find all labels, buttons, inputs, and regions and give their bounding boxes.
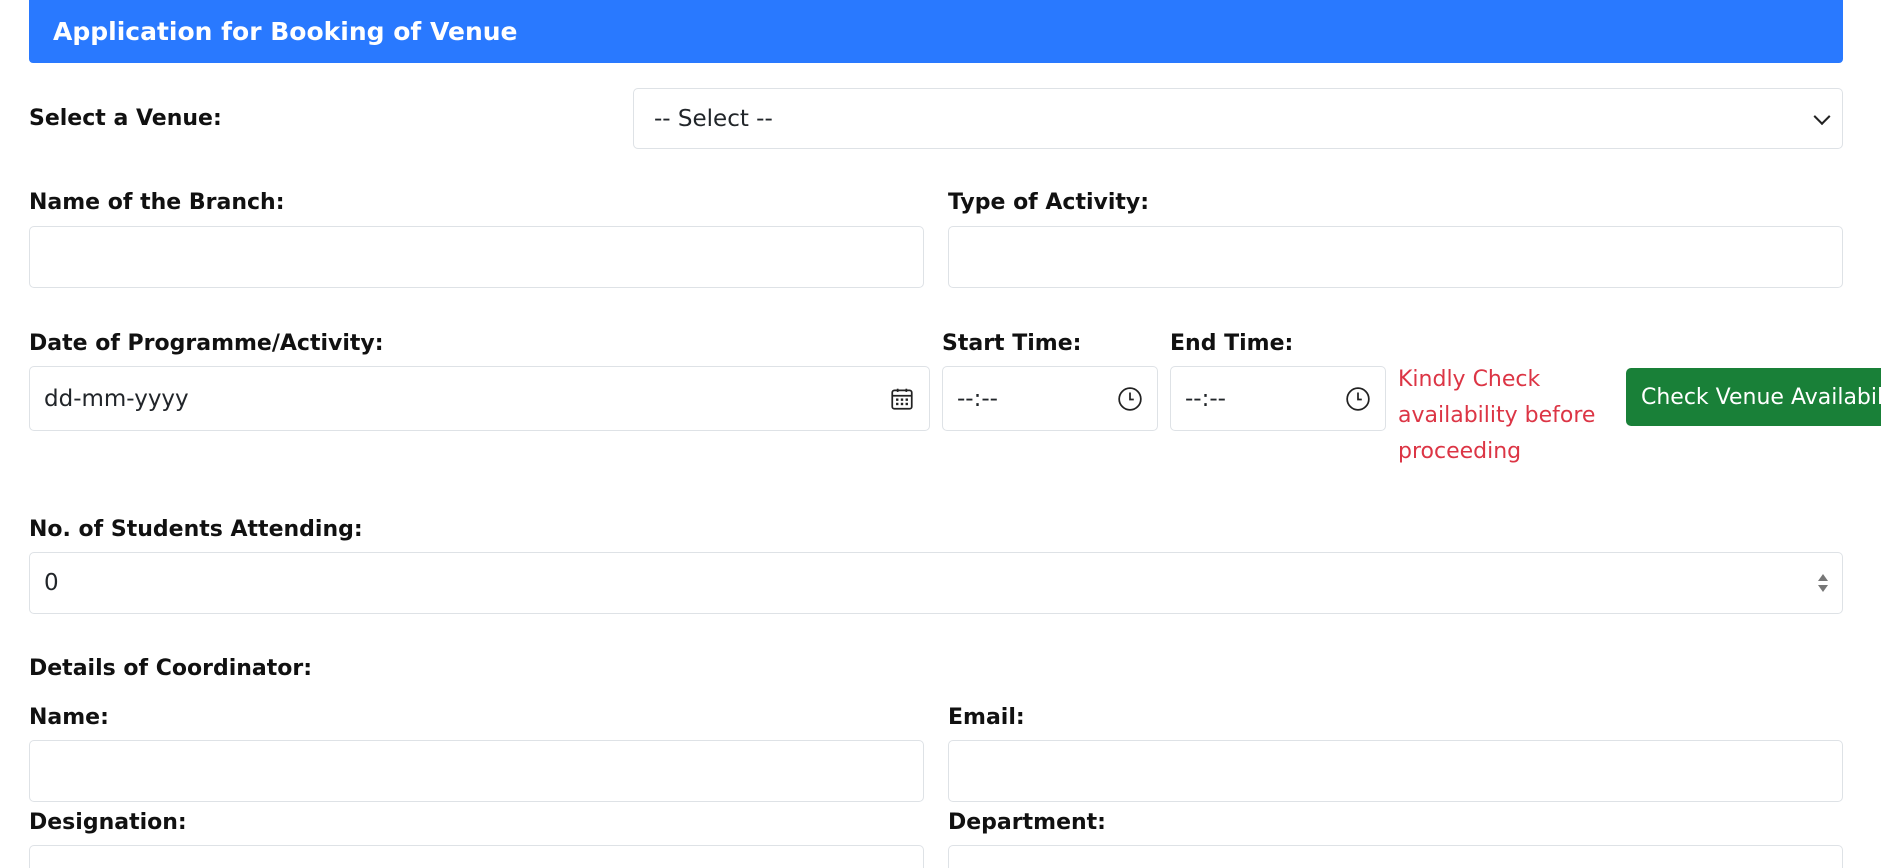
- availability-warning: Kindly Check availability before proceed…: [1398, 367, 1596, 464]
- venue-booking-form: Application for Booking of Venue Select …: [0, 0, 1881, 868]
- clock-icon[interactable]: [1345, 386, 1371, 412]
- activity-label: Type of Activity:: [948, 190, 1150, 215]
- spinner-up-icon[interactable]: [1818, 574, 1828, 581]
- students-label: No. of Students Attending:: [29, 517, 363, 542]
- coordinator-name-label: Name:: [29, 705, 109, 730]
- coordinator-designation-input[interactable]: [29, 845, 924, 868]
- calendar-icon[interactable]: [889, 386, 915, 412]
- coordinator-name-input[interactable]: [29, 740, 924, 802]
- date-input[interactable]: dd-mm-yyyy: [29, 366, 930, 431]
- students-value: 0: [44, 570, 59, 596]
- coordinator-department-input[interactable]: [948, 845, 1843, 868]
- venue-select-value: -- Select --: [654, 105, 773, 132]
- form-header: Application for Booking of Venue: [29, 0, 1843, 63]
- start-time-label: Start Time:: [942, 331, 1082, 356]
- branch-label: Name of the Branch:: [29, 190, 285, 215]
- activity-input[interactable]: [948, 226, 1843, 288]
- spinner-down-icon[interactable]: [1818, 585, 1828, 592]
- end-time-input[interactable]: --:--: [1170, 366, 1386, 431]
- date-label: Date of Programme/Activity:: [29, 331, 384, 356]
- venue-label: Select a Venue:: [29, 106, 222, 131]
- start-time-placeholder: --:--: [957, 385, 998, 412]
- form-title: Application for Booking of Venue: [53, 17, 518, 46]
- end-time-label: End Time:: [1170, 331, 1294, 356]
- coordinator-department-label: Department:: [948, 810, 1106, 835]
- date-placeholder: dd-mm-yyyy: [44, 385, 189, 412]
- coordinator-designation-label: Designation:: [29, 810, 187, 835]
- students-number-input[interactable]: 0: [29, 552, 1843, 614]
- venue-select[interactable]: -- Select --: [633, 88, 1843, 149]
- coordinator-section-title: Details of Coordinator:: [29, 656, 313, 681]
- end-time-placeholder: --:--: [1185, 385, 1226, 412]
- number-spinner[interactable]: [1818, 574, 1828, 592]
- chevron-down-icon: [1813, 107, 1831, 125]
- clock-icon[interactable]: [1117, 386, 1143, 412]
- branch-input[interactable]: [29, 226, 924, 288]
- start-time-input[interactable]: --:--: [942, 366, 1158, 431]
- coordinator-email-label: Email:: [948, 705, 1025, 730]
- check-availability-button[interactable]: Check Venue Availability: [1626, 368, 1881, 426]
- coordinator-email-input[interactable]: [948, 740, 1843, 802]
